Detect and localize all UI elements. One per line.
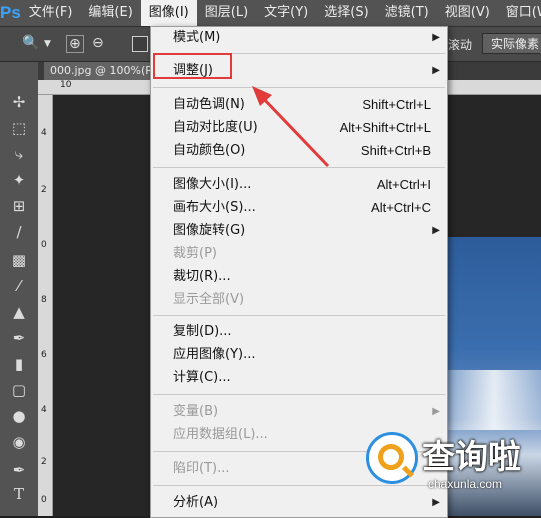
watermark-logo-icon [366, 432, 418, 484]
watermark-text: 查询啦 [422, 437, 521, 476]
watermark-subtext: chaxunla.com [428, 477, 503, 491]
watermark: 查询啦 chaxunla.com [366, 428, 538, 498]
